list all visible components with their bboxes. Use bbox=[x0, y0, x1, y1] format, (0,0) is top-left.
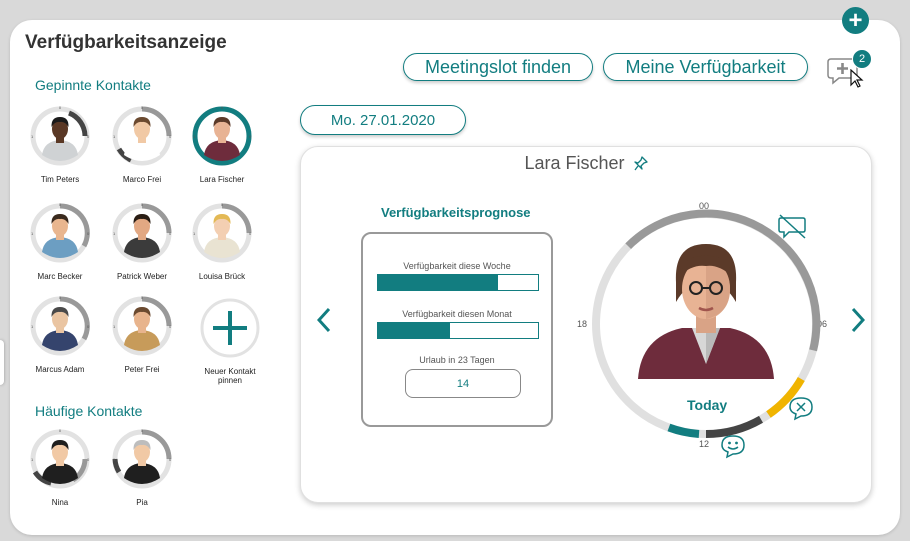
svg-text:0: 0 bbox=[87, 457, 90, 462]
page-title: Verfügbarkeitsanzeige bbox=[25, 32, 227, 53]
contact-avatar: 0 1 0 bbox=[112, 295, 172, 356]
contact-name: Peter Frei bbox=[124, 365, 160, 374]
contact-name: Louisa Brück bbox=[198, 272, 246, 281]
pinned-contact-marco-frei[interactable]: 0 1 0 Marco Frei bbox=[102, 105, 182, 184]
contact-avatar: 0 1 0 bbox=[192, 105, 252, 166]
month-bar-fill bbox=[378, 323, 450, 338]
my-availability-button[interactable]: Meine Verfügbarkeit bbox=[603, 53, 808, 81]
plus-icon: + bbox=[848, 6, 863, 34]
add-contact-label: Neuer Kontakt pinnen bbox=[204, 367, 256, 385]
vacation-label: Urlaub in 23 Tagen bbox=[419, 355, 495, 365]
svg-text:0: 0 bbox=[169, 134, 172, 139]
pinned-contact-peter-frei[interactable]: 0 1 0 Peter Frei bbox=[102, 295, 182, 374]
next-arrow[interactable] bbox=[851, 307, 866, 341]
contact-name: Patrick Weber bbox=[116, 272, 168, 281]
week-availability-bar bbox=[377, 274, 539, 291]
contact-avatar: 0 1 0 bbox=[112, 202, 172, 263]
pinned-contact-marc-becker[interactable]: 0 1 0 Marc Becker bbox=[20, 202, 100, 281]
add-pinned-contact-button[interactable]: Neuer Kontakt pinnen bbox=[190, 297, 270, 385]
chevron-left-icon bbox=[316, 307, 331, 333]
detail-name-text: Lara Fischer bbox=[524, 153, 625, 173]
pinned-contact-patrick-weber[interactable]: 0 1 0 Patrick Weber bbox=[102, 202, 182, 281]
svg-text:0: 0 bbox=[169, 231, 172, 236]
notification-badge: 2 bbox=[852, 49, 872, 69]
svg-text:0: 0 bbox=[87, 134, 90, 139]
pinned-contact-lara-fischer[interactable]: 0 1 0 Lara Fischer bbox=[182, 105, 262, 184]
pinned-contact-marcus-adam[interactable]: 0 1 0 Marcus Adam bbox=[20, 295, 100, 374]
find-meeting-slot-button[interactable]: Meetingslot finden bbox=[403, 53, 593, 81]
contact-avatar: 0 1 0 bbox=[30, 295, 90, 356]
contact-avatar: 0 1 0 bbox=[30, 202, 90, 263]
add-contact-icon bbox=[200, 298, 260, 358]
date-selector[interactable]: Mo. 27.01.2020 bbox=[300, 105, 466, 135]
pin-icon[interactable] bbox=[633, 156, 648, 172]
side-panel-edge bbox=[0, 340, 4, 385]
month-label: Verfügbarkeit diesen Monat bbox=[402, 309, 512, 319]
add-chat-button[interactable]: 2 bbox=[826, 49, 872, 91]
chevron-right-icon bbox=[851, 307, 866, 333]
svg-text:0: 0 bbox=[249, 134, 252, 139]
today-label: Today bbox=[687, 397, 728, 413]
chat-off-icon[interactable] bbox=[777, 214, 807, 240]
contact-avatar: 0 1 0 bbox=[30, 428, 90, 489]
contact-name: Lara Fischer bbox=[199, 175, 245, 184]
vacation-days-field: 14 bbox=[405, 369, 521, 398]
detail-contact-name: Lara Fischer bbox=[301, 153, 871, 174]
contact-name: Nina bbox=[51, 498, 69, 507]
busy-segment-dark bbox=[705, 415, 763, 439]
add-button[interactable]: + bbox=[842, 7, 869, 34]
happy-chat-icon[interactable] bbox=[719, 433, 747, 459]
contact-avatar: 0 1 0 bbox=[112, 428, 172, 489]
frequent-contact-nina[interactable]: 0 1 0 Nina bbox=[20, 428, 100, 507]
frequent-contact-pia[interactable]: 0 1 0 Pia bbox=[102, 428, 182, 507]
week-label: Verfügbarkeit diese Woche bbox=[403, 261, 511, 271]
svg-text:0: 0 bbox=[169, 324, 172, 329]
contact-avatar: 0 1 0 bbox=[30, 105, 90, 166]
contact-detail-card: Lara Fischer Verfügbarkeitsprognose Verf… bbox=[300, 146, 872, 503]
busy-chat-icon[interactable] bbox=[787, 395, 815, 421]
contact-name: Marco Frei bbox=[122, 175, 162, 184]
pinned-contact-tim-peters[interactable]: 0 1 0 Tim Peters bbox=[20, 105, 100, 184]
contact-name: Marcus Adam bbox=[35, 365, 85, 374]
previous-arrow[interactable] bbox=[316, 307, 331, 341]
pinned-contact-louisa-brück[interactable]: 0 1 0 Louisa Brück bbox=[182, 202, 262, 281]
svg-text:0: 0 bbox=[169, 457, 172, 462]
week-bar-fill bbox=[378, 275, 498, 290]
contact-name: Pia bbox=[136, 498, 148, 507]
mouse-cursor-icon bbox=[850, 69, 864, 88]
month-availability-bar bbox=[377, 322, 539, 339]
pinned-contacts-title: Gepinnte Kontakte bbox=[35, 77, 151, 93]
prognosis-title: Verfügbarkeitsprognose bbox=[381, 205, 531, 220]
large-avatar bbox=[638, 244, 774, 379]
contact-name: Tim Peters bbox=[40, 175, 80, 184]
prognosis-box: Verfügbarkeit diese Woche Verfügbarkeit … bbox=[361, 232, 553, 427]
svg-text:0: 0 bbox=[249, 231, 252, 236]
frequent-contacts-title: Häufige Kontakte bbox=[35, 403, 143, 419]
contact-avatar: 0 1 0 bbox=[192, 202, 252, 263]
available-segment bbox=[667, 423, 700, 438]
contact-avatar: 0 1 0 bbox=[112, 105, 172, 166]
contact-name: Marc Becker bbox=[37, 272, 83, 281]
